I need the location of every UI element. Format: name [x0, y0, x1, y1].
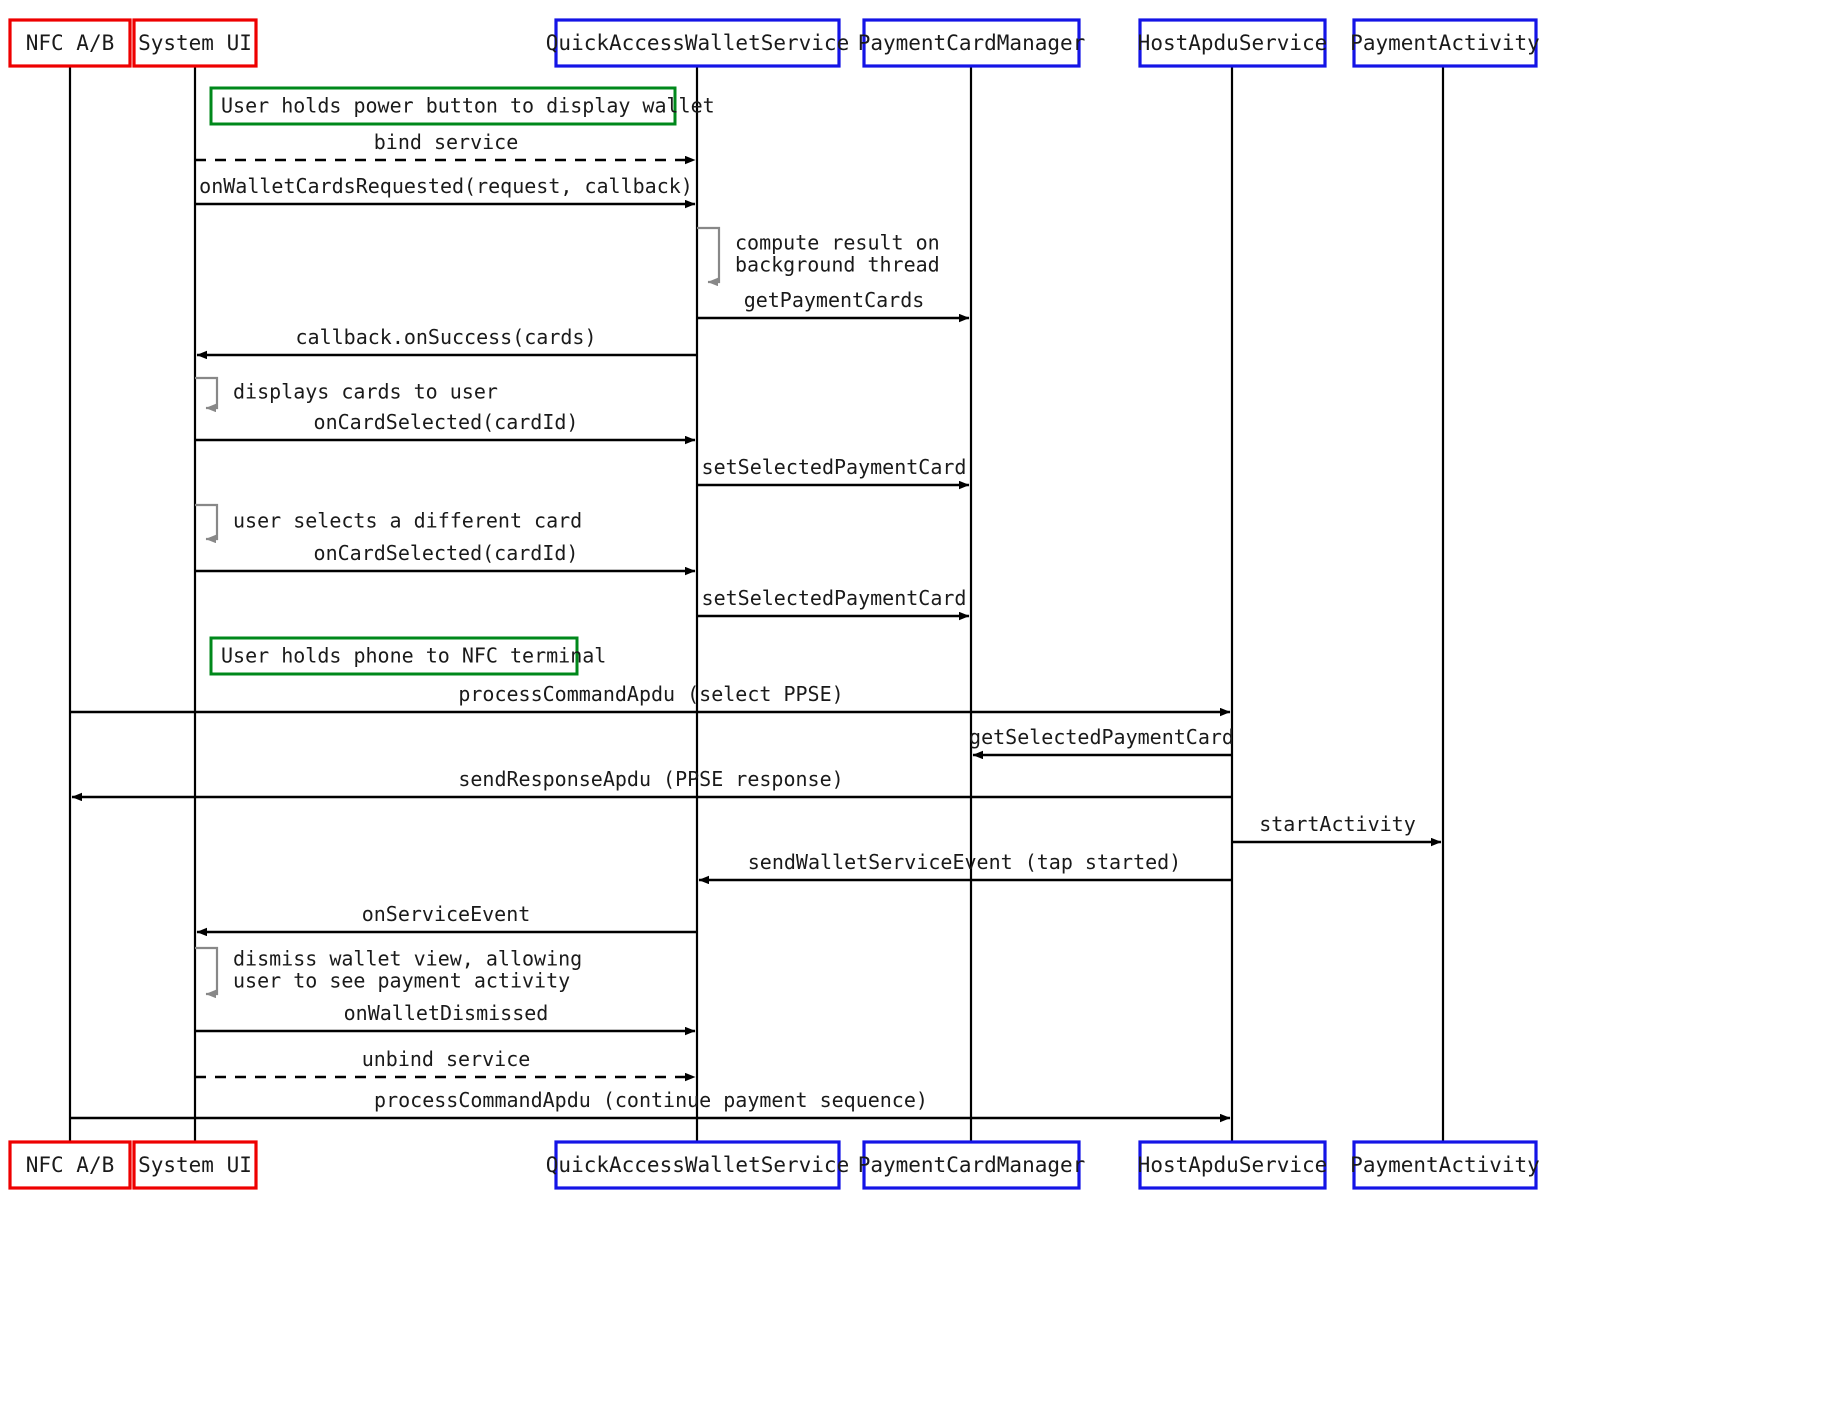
- message-label-m12: startActivity: [1259, 812, 1416, 836]
- actor-label-has: HostApduService: [1138, 31, 1328, 55]
- message-label-m11: sendResponseApdu (PPSE response): [458, 767, 843, 791]
- actor-label-pcm: PaymentCardManager: [858, 31, 1086, 55]
- actor-pcm-top[interactable]: PaymentCardManager: [858, 18, 1086, 68]
- message-m10: getSelectedPaymentCard: [969, 725, 1234, 760]
- actor-qaws-top[interactable]: QuickAccessWalletService: [546, 18, 849, 68]
- message-label-m9: processCommandApdu (select PPSE): [458, 682, 843, 706]
- message-m3: getPaymentCards: [697, 288, 970, 323]
- self-message-s4: dismiss wallet view, allowinguser to see…: [195, 946, 582, 999]
- actor-sysui-bottom[interactable]: System UI: [132, 1140, 258, 1190]
- self-message-label-s2-line-0: displays cards to user: [233, 380, 498, 404]
- message-m9: processCommandApdu (select PPSE): [70, 682, 1231, 717]
- actor-sysui-top[interactable]: System UI: [132, 18, 258, 68]
- actor-pcm-bottom[interactable]: PaymentCardManager: [858, 1140, 1086, 1190]
- message-m1: bind service: [195, 130, 696, 165]
- actor-label-pa: PaymentActivity: [1350, 1153, 1540, 1177]
- self-message-s1: compute result onbackground thread: [697, 226, 940, 287]
- actor-label-sysui: System UI: [138, 31, 252, 55]
- self-message-loop-s2: [195, 376, 219, 413]
- actor-pa-bottom[interactable]: PaymentActivity: [1350, 1140, 1540, 1190]
- message-label-m5: onCardSelected(cardId): [314, 410, 579, 434]
- message-label-m14: onServiceEvent: [362, 902, 531, 926]
- message-m5: onCardSelected(cardId): [195, 410, 696, 445]
- message-m15: onWalletDismissed: [195, 1001, 696, 1036]
- sequence-diagram-canvas: bind service onWalletCardsRequested(reque…: [0, 0, 1845, 1424]
- message-label-m3: getPaymentCards: [744, 288, 925, 312]
- actor-pa-top[interactable]: PaymentActivity: [1350, 18, 1540, 68]
- message-m2: onWalletCardsRequested(request, callback…: [195, 174, 696, 209]
- self-message-label-s1-line-0: compute result on: [735, 231, 940, 255]
- message-m13: sendWalletServiceEvent (tap started): [698, 850, 1232, 885]
- actor-label-has: HostApduService: [1138, 1153, 1328, 1177]
- message-m12: startActivity: [1232, 812, 1442, 847]
- note-note-nfc: User holds phone to NFC terminal: [209, 636, 606, 676]
- self-message-loop-s1: [697, 226, 721, 287]
- actor-label-nfc: NFC A/B: [26, 1153, 115, 1177]
- message-label-m1: bind service: [374, 130, 519, 154]
- actor-label-sysui: System UI: [138, 1153, 252, 1177]
- actor-label-pa: PaymentActivity: [1350, 31, 1540, 55]
- message-m8: setSelectedPaymentCard: [697, 586, 970, 621]
- message-label-m16: unbind service: [362, 1047, 531, 1071]
- self-message-label-s4-line-0: dismiss wallet view, allowing: [233, 947, 582, 971]
- message-label-m17: processCommandApdu (continue payment seq…: [374, 1088, 928, 1112]
- message-m17: processCommandApdu (continue payment seq…: [70, 1088, 1231, 1123]
- message-label-m2: onWalletCardsRequested(request, callback…: [199, 174, 693, 198]
- actor-label-nfc: NFC A/B: [26, 31, 115, 55]
- message-m4: callback.onSuccess(cards): [196, 325, 697, 360]
- self-message-label-s3-line-0: user selects a different card: [233, 509, 582, 533]
- self-message-loop-s4: [195, 946, 219, 999]
- self-message-label-s1-line-1: background thread: [735, 253, 940, 277]
- message-m6: setSelectedPaymentCard: [697, 455, 970, 490]
- message-label-m15: onWalletDismissed: [344, 1001, 549, 1025]
- actor-has-top[interactable]: HostApduService: [1138, 18, 1328, 68]
- note-note-power: User holds power button to display walle…: [209, 86, 715, 126]
- sequence-diagram-root: bind service onWalletCardsRequested(reque…: [0, 0, 1845, 1424]
- message-m14: onServiceEvent: [196, 902, 697, 937]
- message-m16: unbind service: [195, 1047, 696, 1082]
- actor-label-qaws: QuickAccessWalletService: [546, 1153, 849, 1177]
- actor-label-qaws: QuickAccessWalletService: [546, 31, 849, 55]
- note-label-note-power: User holds power button to display walle…: [221, 94, 715, 118]
- note-label-note-nfc: User holds phone to NFC terminal: [221, 644, 606, 668]
- self-message-s3: user selects a different card: [195, 503, 582, 544]
- actor-has-bottom[interactable]: HostApduService: [1138, 1140, 1328, 1190]
- self-message-s2: displays cards to user: [195, 376, 498, 413]
- self-message-loop-s3: [195, 503, 219, 544]
- message-label-m10: getSelectedPaymentCard: [969, 725, 1234, 749]
- actor-label-pcm: PaymentCardManager: [858, 1153, 1086, 1177]
- message-label-m7: onCardSelected(cardId): [314, 541, 579, 565]
- message-m7: onCardSelected(cardId): [195, 541, 696, 576]
- actor-nfc-bottom[interactable]: NFC A/B: [8, 1140, 132, 1190]
- message-label-m13: sendWalletServiceEvent (tap started): [748, 850, 1181, 874]
- message-label-m8: setSelectedPaymentCard: [702, 586, 967, 610]
- self-message-label-s4-line-1: user to see payment activity: [233, 969, 570, 993]
- message-label-m4: callback.onSuccess(cards): [295, 325, 596, 349]
- actor-qaws-bottom[interactable]: QuickAccessWalletService: [546, 1140, 849, 1190]
- message-label-m6: setSelectedPaymentCard: [702, 455, 967, 479]
- message-m11: sendResponseApdu (PPSE response): [71, 767, 1232, 802]
- actor-nfc-top[interactable]: NFC A/B: [8, 18, 132, 68]
